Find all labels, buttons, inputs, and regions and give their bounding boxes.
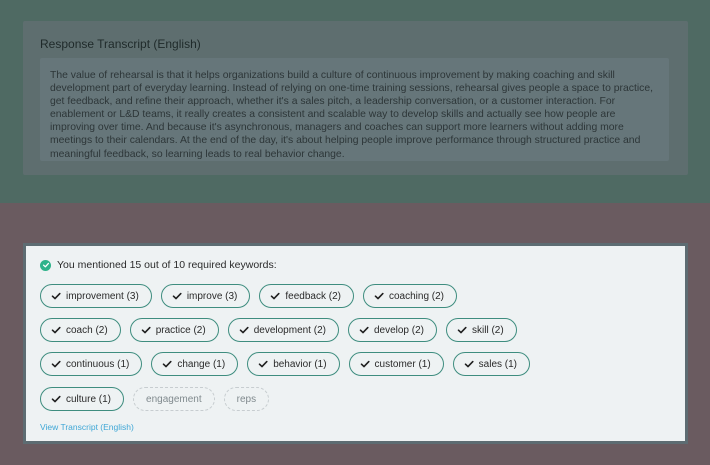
keyword-chip-matched[interactable]: customer (1)	[348, 352, 444, 376]
checkmark-icon	[51, 326, 61, 334]
keyword-chip-label: development (2)	[253, 324, 326, 336]
checkmark-icon	[271, 292, 280, 300]
keyword-row: continuous (1) change (1) behavior (1) cust…	[40, 352, 531, 376]
checkmark-icon	[172, 292, 182, 300]
checkmark-icon	[457, 326, 467, 334]
checkmark-icon	[359, 326, 369, 334]
keyword-chip-matched[interactable]: development (2)	[227, 318, 339, 342]
keyword-chip-label: change (1)	[177, 358, 226, 370]
keyword-chip-matched[interactable]: sales (1)	[452, 352, 531, 376]
keyword-chip-label: practice (2)	[155, 324, 206, 336]
keyword-chip-label: improvement (3)	[66, 290, 139, 302]
checkmark-icon	[51, 292, 61, 300]
check-circle-icon	[40, 259, 51, 271]
keyword-chip-matched[interactable]: feedback (2)	[259, 284, 354, 308]
keyword-chip-matched[interactable]: coach (2)	[40, 318, 121, 342]
checkmark-icon	[239, 326, 249, 334]
keyword-chip-matched[interactable]: skill (2)	[446, 318, 517, 342]
keyword-chip-label: improve (3)	[186, 290, 238, 302]
keyword-chip-matched[interactable]: culture (1)	[40, 387, 125, 411]
keyword-chip-label: reps	[236, 393, 257, 405]
keywords-card: You mentioned 15 out of 10 required keyw…	[23, 243, 688, 444]
keyword-row: improvement (3) improve (3) feedback (2) co…	[40, 284, 458, 308]
transcript-title: Response Transcript (English)	[40, 37, 201, 51]
keyword-chip-matched[interactable]: improve (3)	[160, 284, 251, 308]
checkmark-icon	[141, 326, 151, 334]
view-transcript-link[interactable]: View Transcript (English)	[40, 422, 134, 432]
keyword-row: coach (2) practice (2) development (2) deve…	[40, 318, 517, 342]
keyword-summary-text: You mentioned 15 out of 10 required keyw…	[57, 259, 277, 271]
keyword-chip-matched[interactable]: develop (2)	[347, 318, 437, 342]
keyword-chip-missed[interactable]: engagement	[133, 387, 215, 411]
keyword-chip-label: culture (1)	[66, 393, 112, 405]
checkmark-icon	[51, 360, 61, 368]
keyword-chip-label: continuous (1)	[66, 358, 130, 370]
checkmark-icon	[360, 360, 370, 368]
keyword-chip-label: coach (2)	[66, 324, 108, 336]
keyword-chip-label: engagement	[146, 393, 202, 405]
keyword-chip-label: coaching (2)	[388, 290, 445, 302]
keyword-chip-label: skill (2)	[472, 324, 504, 336]
keyword-chip-missed[interactable]: reps	[223, 387, 270, 411]
keyword-chip-label: customer (1)	[374, 358, 431, 370]
checkmark-icon	[258, 360, 268, 368]
keyword-chip-label: sales (1)	[478, 358, 518, 370]
keyword-chip-label: behavior (1)	[273, 358, 327, 370]
checkmark-icon	[374, 292, 384, 300]
keyword-chip-matched[interactable]: improvement (3)	[40, 284, 152, 308]
transcript-text: The value of rehearsal is that it helps …	[50, 70, 654, 160]
keyword-chip-matched[interactable]: practice (2)	[129, 318, 219, 342]
keyword-chip-label: develop (2)	[373, 324, 424, 336]
keyword-chip-matched[interactable]: continuous (1)	[40, 352, 143, 376]
keyword-row: culture (1) engagement reps	[40, 387, 270, 411]
transcript-card: Response Transcript (English) The value …	[23, 21, 688, 175]
checkmark-icon	[51, 395, 61, 403]
keyword-chip-label: feedback (2)	[285, 290, 341, 302]
checkmark-icon	[464, 360, 474, 368]
keyword-chip-matched[interactable]: coaching (2)	[362, 284, 458, 308]
checkmark-icon	[163, 360, 172, 368]
keyword-chip-matched[interactable]: change (1)	[151, 352, 239, 376]
keyword-summary: You mentioned 15 out of 10 required keyw…	[40, 259, 277, 271]
transcript-box: The value of rehearsal is that it helps …	[40, 58, 669, 161]
keyword-chip-matched[interactable]: behavior (1)	[247, 352, 340, 376]
